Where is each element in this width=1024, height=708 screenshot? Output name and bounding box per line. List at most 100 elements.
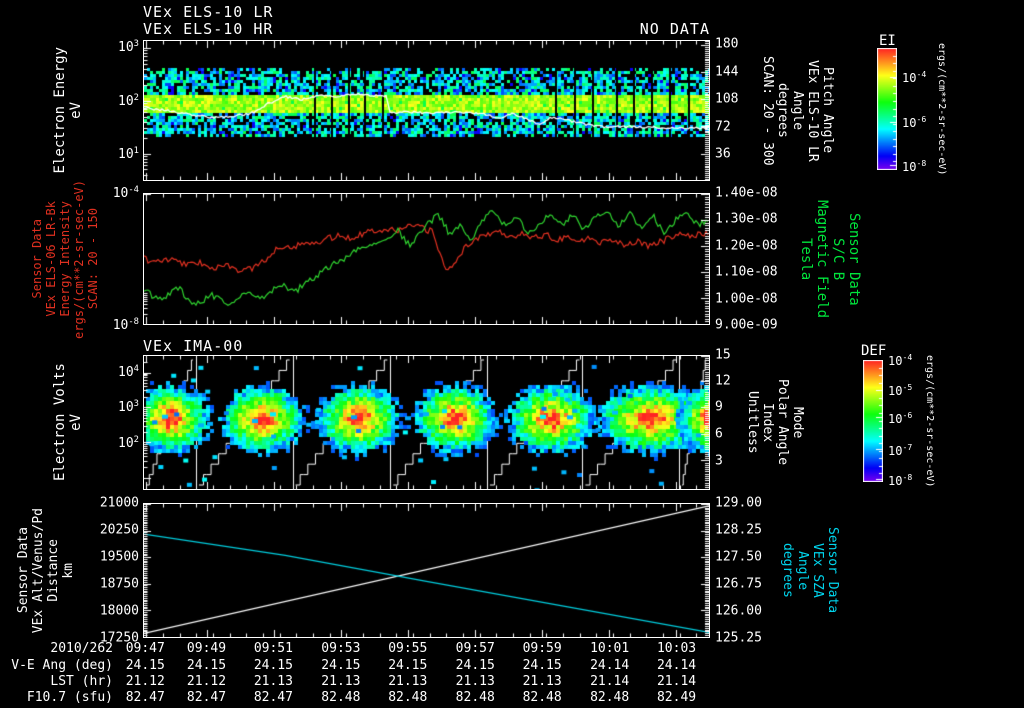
table-value: 24.15 xyxy=(115,658,175,673)
axis-tick-label-right-p4: 127.50 xyxy=(715,550,762,565)
axis-tick-label-left-p2: 10-4 xyxy=(95,185,139,201)
table-value: 24.15 xyxy=(311,658,371,673)
axis-title-line: ergs/(cm**2-sr-sec-eV) xyxy=(72,180,86,339)
axis-tick-label-left-p1: 103 xyxy=(95,39,139,55)
axis-tick-label-right-p1: 36 xyxy=(715,147,731,162)
axis-title-line: Index xyxy=(760,403,775,442)
axis-tick-label-right-p1: 72 xyxy=(715,119,731,134)
axis-title-line: Tesla xyxy=(798,238,814,280)
table-value: 82.48 xyxy=(378,690,438,705)
axis-title-line: Sensor Data xyxy=(846,213,862,306)
axis-title-right-p3: ModePolar AngleIndexUnitless xyxy=(745,355,805,490)
table-value: 82.48 xyxy=(445,690,505,705)
axis-tick-label-right-p1: 180 xyxy=(715,37,738,52)
axis-title-line: eV xyxy=(68,414,84,431)
axis-tick-label-left-p1: 102 xyxy=(95,92,139,108)
axis-title-right-p1: Pitch AngleVEx ELS-10 LRAngledegreesSCAN… xyxy=(760,40,835,181)
colorbar-tick-label: 10-6 xyxy=(902,114,926,130)
axis-title-left-p4: Sensor DataVEx Alt/Venus/PdDistancekm xyxy=(16,503,76,638)
time-axis-label: 09:51 xyxy=(243,641,303,656)
axis-title-left-p3: Electron VoltseV xyxy=(52,355,84,490)
colorbar-unit-text: ergs/(cm**2-sr-sec-eV) xyxy=(936,43,947,175)
axis-title-left-p1: Electron EnergyeV xyxy=(52,40,84,181)
axis-title-line: Distance xyxy=(46,539,61,602)
time-axis-label: 09:53 xyxy=(311,641,371,656)
axis-tick-label-left-p1: 101 xyxy=(95,146,139,162)
axis-title-line: degrees xyxy=(775,83,790,138)
axis-title-line: Unitless xyxy=(745,391,760,454)
table-value: 24.14 xyxy=(580,658,640,673)
table-value: 21.12 xyxy=(115,674,175,689)
axis-tick-label-left-p4: 21000 xyxy=(95,496,139,511)
table-value: 21.13 xyxy=(243,674,303,689)
axis-title-line: Mode xyxy=(790,407,805,438)
time-axis-label: 09:55 xyxy=(378,641,438,656)
table-value: 24.15 xyxy=(243,658,303,673)
table-value: 21.14 xyxy=(580,674,640,689)
axis-title-line: Electron Energy xyxy=(52,47,68,173)
no-data-label: NO DATA xyxy=(560,20,710,38)
panel3-title: VEx IMA-00 xyxy=(143,337,243,355)
table-value: 21.12 xyxy=(177,674,237,689)
axis-tick-label-right-p4: 126.75 xyxy=(715,577,762,592)
colorbar-def-title: DEF xyxy=(861,343,886,359)
colorbar-tick-label: 10-6 xyxy=(888,410,912,426)
axis-title-line: Magnetic Field xyxy=(814,200,830,318)
axis-tick-label-right-p2: 1.00e-08 xyxy=(715,291,778,306)
table-value: 24.14 xyxy=(647,658,707,673)
axis-tick-label-right-p2: 1.20e-08 xyxy=(715,238,778,253)
table-value: 24.15 xyxy=(378,658,438,673)
axis-tick-label-right-p1: 144 xyxy=(715,64,738,79)
panel-ima-spectrogram xyxy=(143,355,710,490)
intensity-bfield-canvas xyxy=(144,194,709,324)
time-axis-label: 09:49 xyxy=(177,641,237,656)
axis-title-right-p2: Sensor DataS/C BMagnetic FieldTesla xyxy=(798,193,862,325)
axis-title-line: VEx SZA xyxy=(810,543,825,598)
colorbar-tick-label: 10-5 xyxy=(888,382,912,398)
table-value: 82.47 xyxy=(243,690,303,705)
axis-tick-label-right-p4: 126.00 xyxy=(715,604,762,619)
axis-tick-label-right-p2: 1.40e-08 xyxy=(715,186,778,201)
axis-tick-label-left-p4: 18750 xyxy=(95,577,139,592)
colorbar-tick-label: 10-7 xyxy=(888,442,912,458)
axis-tick-label-left-p4: 20250 xyxy=(95,523,139,538)
axis-title-line: Sensor Data xyxy=(825,527,840,613)
table-value: 21.13 xyxy=(311,674,371,689)
axis-tick-label-left-p2: 10-8 xyxy=(95,317,139,333)
table-value: 82.47 xyxy=(115,690,175,705)
axis-tick-label-right-p4: 129.00 xyxy=(715,496,762,511)
colorbar-tick-label: 10-4 xyxy=(888,352,912,368)
axis-title-line: Sensor Data xyxy=(30,219,44,298)
axis-tick-label-left-p4: 19500 xyxy=(95,550,139,565)
page-title-line2: VEx ELS-10 HR xyxy=(143,20,273,38)
axis-title-line: degrees xyxy=(780,543,795,598)
colorbar-ei-title: EI xyxy=(879,33,896,49)
axis-title-line: SCAN: 20 - 300 xyxy=(760,56,775,166)
table-value: 82.48 xyxy=(311,690,371,705)
axis-title-line: Energy Intensity xyxy=(58,201,72,317)
axis-tick-label-left-p3: 103 xyxy=(95,399,139,415)
axis-title-line: Pitch Angle xyxy=(820,67,835,153)
axis-title-line: Angle xyxy=(795,551,810,590)
page-title-line1: VEx ELS-10 LR xyxy=(143,3,273,21)
axis-tick-label-right-p3: 6 xyxy=(715,426,723,441)
time-axis-label: 10:03 xyxy=(647,641,707,656)
panel-els-pitch-spectrogram xyxy=(143,40,710,181)
axis-tick-label-left-p3: 102 xyxy=(95,435,139,451)
date-label: 2010/262 xyxy=(28,641,113,656)
axis-tick-label-right-p4: 125.25 xyxy=(715,631,762,646)
axis-title-line: km xyxy=(61,563,76,579)
panel-altitude-sza xyxy=(143,503,710,638)
table-value: 21.13 xyxy=(445,674,505,689)
axis-tick-label-right-p3: 9 xyxy=(715,399,723,414)
axis-tick-label-right-p3: 3 xyxy=(715,453,723,468)
els-spectrogram-canvas xyxy=(144,41,709,180)
table-value: 82.49 xyxy=(647,690,707,705)
axis-title-line: Angle xyxy=(790,91,805,130)
axis-title-line: VEx ELS-06 LR-Bk xyxy=(44,201,58,317)
axis-tick-label-right-p3: 12 xyxy=(715,373,731,388)
table-value: 82.48 xyxy=(580,690,640,705)
axis-title-right-p4: Sensor DataVEx SZAAngledegrees xyxy=(780,503,840,638)
colorbar-tick-label: 10-8 xyxy=(888,472,912,488)
axis-tick-label-right-p3: 15 xyxy=(715,348,731,363)
